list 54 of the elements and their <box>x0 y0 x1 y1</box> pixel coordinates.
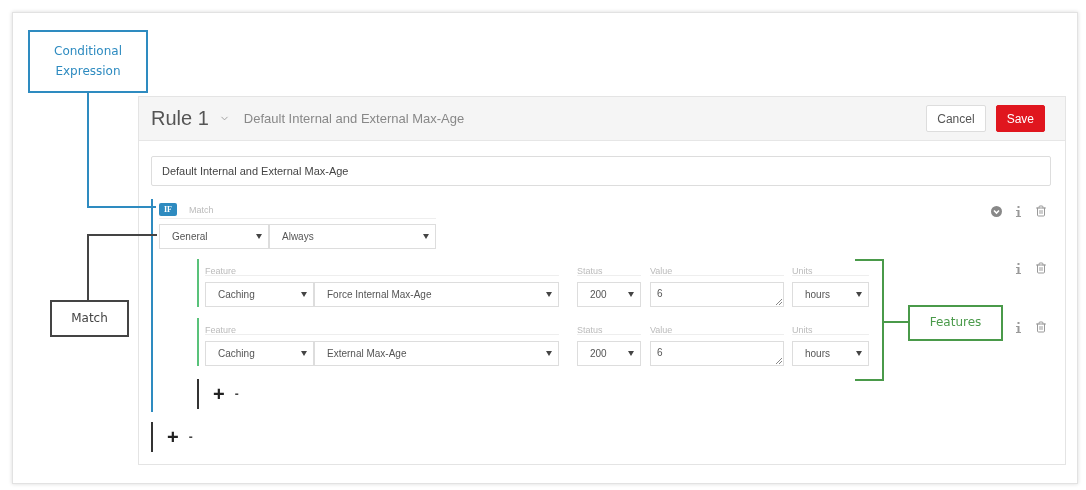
column-label: Status <box>577 266 603 276</box>
column-label: Units <box>792 325 813 335</box>
dropdown[interactable]: hours <box>792 341 869 366</box>
column-label: Feature <box>205 266 237 276</box>
rule-name-field[interactable]: Default Internal and External Max-Age <box>151 156 1051 186</box>
match-label: Match <box>189 204 214 215</box>
callout-label: Features <box>908 305 1003 341</box>
caret-icon <box>546 292 552 297</box>
resize-grip-icon[interactable] <box>776 299 782 305</box>
value-field[interactable]: 6 <box>650 341 784 366</box>
trash-icon[interactable] <box>1035 321 1047 333</box>
resize-grip-icon[interactable] <box>776 358 782 364</box>
trash-icon[interactable] <box>1035 205 1047 217</box>
column-label: Status <box>577 325 603 335</box>
cancel-button[interactable]: Cancel <box>926 105 986 132</box>
add-button[interactable]: + <box>167 425 179 449</box>
caret-icon <box>856 351 862 356</box>
collapse-icon[interactable] <box>991 205 1002 217</box>
trash-icon[interactable] <box>1035 262 1047 274</box>
caret-icon <box>628 351 634 356</box>
dropdown[interactable]: 200 <box>577 282 641 307</box>
dropdown[interactable]: General <box>159 224 269 249</box>
callout-label: Conditional Expression <box>28 30 148 93</box>
dropdown[interactable]: hours <box>792 282 869 307</box>
column-label: Value <box>650 325 673 335</box>
caret-icon <box>423 234 429 239</box>
add-button[interactable]: + <box>213 382 225 406</box>
caret-icon <box>856 292 862 297</box>
caret-icon <box>546 351 552 356</box>
info-icon[interactable] <box>1016 205 1021 217</box>
caret-icon <box>301 292 307 297</box>
column-label: Feature <box>205 325 237 335</box>
dropdown[interactable]: Always <box>269 224 436 249</box>
dropdown[interactable]: External Max-Age <box>314 341 559 366</box>
more-button[interactable]: - <box>188 430 193 444</box>
dropdown[interactable]: 200 <box>577 341 641 366</box>
save-button[interactable]: Save <box>995 105 1045 132</box>
dropdown[interactable]: Caching <box>205 282 314 307</box>
rule-title: Rule 1 <box>151 107 209 130</box>
leader-line <box>87 234 158 301</box>
dropdown[interactable]: Force Internal Max-Age <box>314 282 559 307</box>
caret-icon <box>301 351 307 356</box>
caret-icon <box>256 234 262 239</box>
rule-subtitle: Default Internal and External Max-Age <box>243 111 465 126</box>
callout-label: Match <box>50 300 129 337</box>
if-badge: IF <box>159 203 177 216</box>
column-label: Units <box>792 266 813 276</box>
column-label: Value <box>650 266 673 276</box>
caret-icon <box>628 292 634 297</box>
info-icon[interactable] <box>1016 262 1021 274</box>
value-field[interactable]: 6 <box>650 282 784 307</box>
dropdown[interactable]: Caching <box>205 341 314 366</box>
more-button[interactable]: - <box>234 387 239 401</box>
info-icon[interactable] <box>1016 321 1021 333</box>
